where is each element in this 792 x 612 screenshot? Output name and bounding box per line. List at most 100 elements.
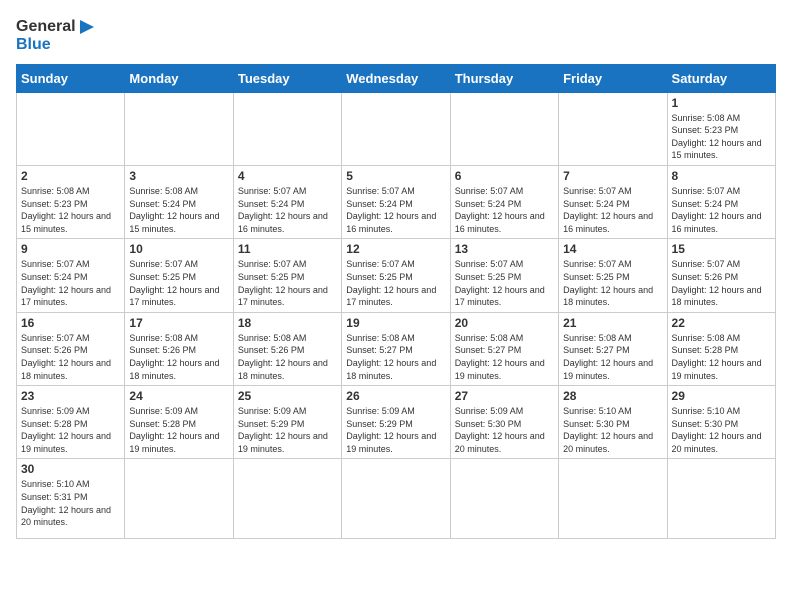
day-number: 19 bbox=[346, 316, 445, 330]
day-info: Sunrise: 5:07 AMSunset: 5:24 PMDaylight:… bbox=[238, 185, 337, 235]
day-info: Sunrise: 5:07 AMSunset: 5:24 PMDaylight:… bbox=[346, 185, 445, 235]
day-header-wednesday: Wednesday bbox=[342, 64, 450, 92]
header-row: SundayMondayTuesdayWednesdayThursdayFrid… bbox=[17, 64, 776, 92]
day-header-friday: Friday bbox=[559, 64, 667, 92]
day-info: Sunrise: 5:07 AMSunset: 5:25 PMDaylight:… bbox=[346, 258, 445, 308]
day-number: 7 bbox=[563, 169, 662, 183]
day-info: Sunrise: 5:08 AMSunset: 5:27 PMDaylight:… bbox=[346, 332, 445, 382]
day-info: Sunrise: 5:08 AMSunset: 5:23 PMDaylight:… bbox=[21, 185, 120, 235]
day-cell: 18Sunrise: 5:08 AMSunset: 5:26 PMDayligh… bbox=[233, 312, 341, 385]
day-number: 13 bbox=[455, 242, 554, 256]
day-header-tuesday: Tuesday bbox=[233, 64, 341, 92]
day-info: Sunrise: 5:08 AMSunset: 5:28 PMDaylight:… bbox=[672, 332, 771, 382]
day-cell bbox=[233, 459, 341, 539]
day-cell bbox=[125, 92, 233, 165]
day-info: Sunrise: 5:08 AMSunset: 5:23 PMDaylight:… bbox=[672, 112, 771, 162]
day-number: 25 bbox=[238, 389, 337, 403]
day-number: 30 bbox=[21, 462, 120, 476]
day-cell: 21Sunrise: 5:08 AMSunset: 5:27 PMDayligh… bbox=[559, 312, 667, 385]
day-cell: 2 Sunrise: 5:08 AMSunset: 5:23 PMDaylight… bbox=[17, 165, 125, 238]
day-cell bbox=[342, 459, 450, 539]
day-number: 4 bbox=[238, 169, 337, 183]
day-cell: 6 Sunrise: 5:07 AMSunset: 5:24 PMDaylight… bbox=[450, 165, 558, 238]
day-header-monday: Monday bbox=[125, 64, 233, 92]
day-header-thursday: Thursday bbox=[450, 64, 558, 92]
day-cell: 20 Sunrise: 5:08 AMSunset: 5:27 PMDayligh… bbox=[450, 312, 558, 385]
day-number: 9 bbox=[21, 242, 120, 256]
day-number: 22 bbox=[672, 316, 771, 330]
day-cell: 25Sunrise: 5:09 AMSunset: 5:29 PMDayligh… bbox=[233, 386, 341, 459]
day-info: Sunrise: 5:07 AMSunset: 5:24 PMDaylight:… bbox=[563, 185, 662, 235]
day-cell: 8 Sunrise: 5:07 AMSunset: 5:24 PMDaylight… bbox=[667, 165, 775, 238]
day-info: Sunrise: 5:10 AMSunset: 5:30 PMDaylight:… bbox=[563, 405, 662, 455]
day-number: 1 bbox=[672, 96, 771, 110]
day-number: 2 bbox=[21, 169, 120, 183]
week-row-0: 1 Sunrise: 5:08 AMSunset: 5:23 PMDaylight… bbox=[17, 92, 776, 165]
day-number: 11 bbox=[238, 242, 337, 256]
day-info: Sunrise: 5:09 AMSunset: 5:28 PMDaylight:… bbox=[129, 405, 228, 455]
day-info: Sunrise: 5:07 AMSunset: 5:24 PMDaylight:… bbox=[455, 185, 554, 235]
day-number: 24 bbox=[129, 389, 228, 403]
day-cell: 14Sunrise: 5:07 AMSunset: 5:25 PMDayligh… bbox=[559, 239, 667, 312]
page: General Blue SundayMondayTuesdayWednesda… bbox=[0, 0, 792, 612]
week-row-2: 9 Sunrise: 5:07 AMSunset: 5:24 PMDaylight… bbox=[17, 239, 776, 312]
day-cell: 16 Sunrise: 5:07 AMSunset: 5:26 PMDayligh… bbox=[17, 312, 125, 385]
day-cell bbox=[667, 459, 775, 539]
day-info: Sunrise: 5:09 AMSunset: 5:28 PMDaylight:… bbox=[21, 405, 120, 455]
day-number: 26 bbox=[346, 389, 445, 403]
day-info: Sunrise: 5:07 AMSunset: 5:24 PMDaylight:… bbox=[672, 185, 771, 235]
day-cell: 15Sunrise: 5:07 AMSunset: 5:26 PMDayligh… bbox=[667, 239, 775, 312]
header: General Blue bbox=[16, 16, 776, 54]
day-cell: 10 Sunrise: 5:07 AMSunset: 5:25 PMDayligh… bbox=[125, 239, 233, 312]
day-cell: 1 Sunrise: 5:08 AMSunset: 5:23 PMDaylight… bbox=[667, 92, 775, 165]
day-number: 6 bbox=[455, 169, 554, 183]
day-number: 15 bbox=[672, 242, 771, 256]
day-cell: 17 Sunrise: 5:08 AMSunset: 5:26 PMDayligh… bbox=[125, 312, 233, 385]
day-number: 17 bbox=[129, 316, 228, 330]
day-cell: 9 Sunrise: 5:07 AMSunset: 5:24 PMDaylight… bbox=[17, 239, 125, 312]
day-number: 27 bbox=[455, 389, 554, 403]
day-cell: 27 Sunrise: 5:09 AMSunset: 5:30 PMDayligh… bbox=[450, 386, 558, 459]
day-cell: 4 Sunrise: 5:07 AMSunset: 5:24 PMDaylight… bbox=[233, 165, 341, 238]
day-cell bbox=[125, 459, 233, 539]
day-info: Sunrise: 5:08 AMSunset: 5:24 PMDaylight:… bbox=[129, 185, 228, 235]
day-info: Sunrise: 5:07 AMSunset: 5:25 PMDaylight:… bbox=[129, 258, 228, 308]
day-number: 20 bbox=[455, 316, 554, 330]
day-info: Sunrise: 5:07 AMSunset: 5:25 PMDaylight:… bbox=[455, 258, 554, 308]
day-number: 8 bbox=[672, 169, 771, 183]
day-cell: 28 Sunrise: 5:10 AMSunset: 5:30 PMDayligh… bbox=[559, 386, 667, 459]
day-info: Sunrise: 5:10 AMSunset: 5:30 PMDaylight:… bbox=[672, 405, 771, 455]
day-cell: 5 Sunrise: 5:07 AMSunset: 5:24 PMDaylight… bbox=[342, 165, 450, 238]
day-info: Sunrise: 5:07 AMSunset: 5:26 PMDaylight:… bbox=[21, 332, 120, 382]
day-cell: 23 Sunrise: 5:09 AMSunset: 5:28 PMDayligh… bbox=[17, 386, 125, 459]
calendar: SundayMondayTuesdayWednesdayThursdayFrid… bbox=[16, 64, 776, 540]
day-cell: 13 Sunrise: 5:07 AMSunset: 5:25 PMDayligh… bbox=[450, 239, 558, 312]
day-cell: 11Sunrise: 5:07 AMSunset: 5:25 PMDayligh… bbox=[233, 239, 341, 312]
day-number: 10 bbox=[129, 242, 228, 256]
day-info: Sunrise: 5:07 AMSunset: 5:25 PMDaylight:… bbox=[563, 258, 662, 308]
day-number: 28 bbox=[563, 389, 662, 403]
day-header-saturday: Saturday bbox=[667, 64, 775, 92]
day-info: Sunrise: 5:07 AMSunset: 5:24 PMDaylight:… bbox=[21, 258, 120, 308]
day-cell bbox=[450, 459, 558, 539]
day-cell: 3Sunrise: 5:08 AMSunset: 5:24 PMDaylight… bbox=[125, 165, 233, 238]
day-cell: 30 Sunrise: 5:10 AMSunset: 5:31 PMDayligh… bbox=[17, 459, 125, 539]
day-cell: 24 Sunrise: 5:09 AMSunset: 5:28 PMDayligh… bbox=[125, 386, 233, 459]
day-cell bbox=[559, 459, 667, 539]
logo-blue: Blue bbox=[16, 36, 98, 54]
day-number: 16 bbox=[21, 316, 120, 330]
day-cell bbox=[17, 92, 125, 165]
day-cell bbox=[450, 92, 558, 165]
day-number: 12 bbox=[346, 242, 445, 256]
day-cell: 12 Sunrise: 5:07 AMSunset: 5:25 PMDayligh… bbox=[342, 239, 450, 312]
day-number: 5 bbox=[346, 169, 445, 183]
day-info: Sunrise: 5:08 AMSunset: 5:27 PMDaylight:… bbox=[563, 332, 662, 382]
day-info: Sunrise: 5:08 AMSunset: 5:26 PMDaylight:… bbox=[129, 332, 228, 382]
day-info: Sunrise: 5:08 AMSunset: 5:27 PMDaylight:… bbox=[455, 332, 554, 382]
day-cell bbox=[559, 92, 667, 165]
day-cell: 26Sunrise: 5:09 AMSunset: 5:29 PMDayligh… bbox=[342, 386, 450, 459]
day-number: 23 bbox=[21, 389, 120, 403]
day-info: Sunrise: 5:10 AMSunset: 5:31 PMDaylight:… bbox=[21, 478, 120, 528]
day-info: Sunrise: 5:09 AMSunset: 5:30 PMDaylight:… bbox=[455, 405, 554, 455]
week-row-5: 30 Sunrise: 5:10 AMSunset: 5:31 PMDayligh… bbox=[17, 459, 776, 539]
